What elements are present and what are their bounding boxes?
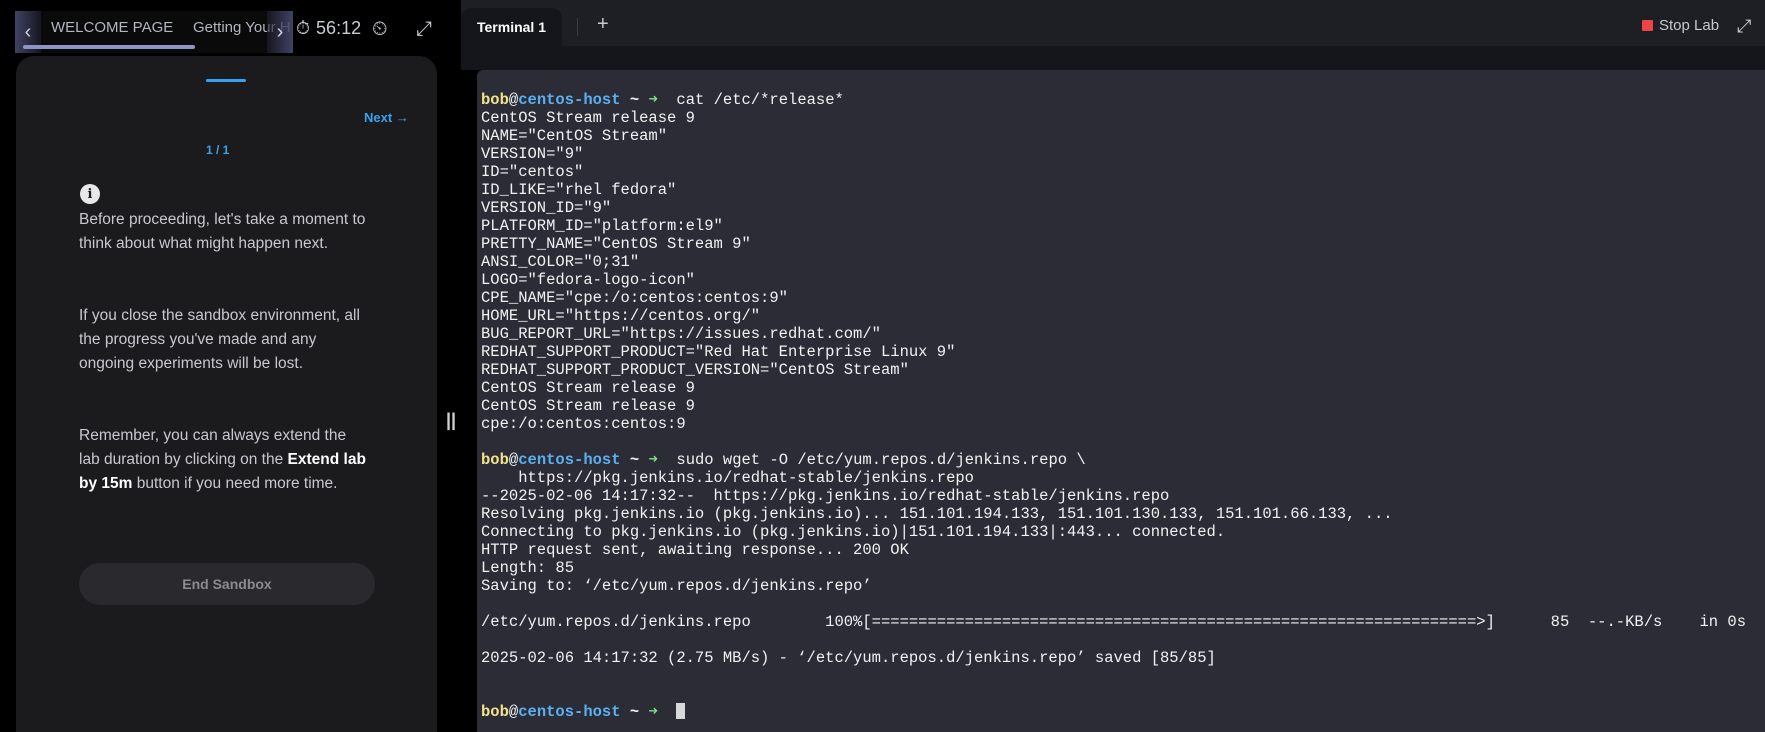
terminal-cursor (676, 703, 686, 719)
panel-resize-handle[interactable]: || (446, 410, 456, 431)
output-line: 2025-02-06 14:17:32 (2.75 MB/s) - ‘/etc/… (481, 649, 1216, 667)
lab-header: WELCOME PAGE Getting Your H ‹ › ⏱ 56:12 … (0, 0, 460, 56)
prompt-line-2: bob@centos-host ~ ➜ sudo wget -O /etc/yu… (481, 451, 1086, 469)
output-line: REDHAT_SUPPORT_PRODUCT_VERSION="CentOS S… (481, 361, 909, 379)
terminal-header-strip (461, 46, 1765, 70)
end-sandbox-button[interactable]: End Sandbox (79, 563, 375, 605)
output-line: PLATFORM_ID="platform:el9" (481, 217, 723, 235)
output-line: Length: 85 (481, 559, 575, 577)
terminal-output: bob@centos-host ~ ➜ cat /etc/*release* Ce… (481, 91, 1746, 721)
next-label: Next (364, 110, 393, 125)
add-timer-icon[interactable]: ⏲ (372, 18, 388, 41)
stopwatch-icon: ⏱ (296, 18, 311, 38)
instructions-panel: Next → 1 / 1 i Before proceeding, let's … (16, 56, 437, 732)
paragraph-warning: If you close the sandbox environment, al… (79, 307, 360, 372)
output-line: Connecting to pkg.jenkins.io (pkg.jenkin… (481, 523, 1226, 541)
output-line: VERSION_ID="9" (481, 199, 612, 217)
output-line: HTTP request sent, awaiting response... … (481, 541, 909, 559)
output-line: --2025-02-06 14:17:32-- https://pkg.jenk… (481, 487, 1170, 505)
page-count: 1 / 1 (206, 143, 230, 157)
output-line: CentOS Stream release 9 (481, 397, 695, 415)
arrow-right-icon: → (395, 110, 409, 125)
stop-lab-button[interactable]: Stop Lab (1642, 17, 1719, 34)
output-line: Saving to: ‘/etc/yum.repos.d/jenkins.rep… (481, 577, 872, 595)
command-1: cat /etc/*release* (657, 91, 844, 109)
output-line: HOME_URL="https://centos.org/" (481, 307, 761, 325)
command-1-output: CentOS Stream release 9 NAME="CentOS Stre… (481, 109, 1746, 433)
stop-icon (1642, 20, 1653, 31)
tabs-progress-bar (23, 45, 195, 49)
output-line: https://pkg.jenkins.io/redhat-stable/jen… (481, 469, 974, 487)
output-line: /etc/yum.repos.d/jenkins.repo 100%[=====… (481, 613, 1747, 631)
tab-divider (577, 18, 578, 36)
output-line: Resolving pkg.jenkins.io (pkg.jenkins.io… (481, 505, 1393, 523)
command-2-output: https://pkg.jenkins.io/redhat-stable/jen… (481, 469, 1746, 703)
step-tabs: WELCOME PAGE Getting Your H ‹ › (15, 11, 293, 53)
output-line: REDHAT_SUPPORT_PRODUCT="Red Hat Enterpri… (481, 343, 956, 361)
page-indicator (206, 79, 246, 82)
expand-icon[interactable]: ⤢ (416, 18, 432, 41)
next-button[interactable]: Next → (364, 110, 409, 125)
output-line: BUG_REPORT_URL="https://issues.redhat.co… (481, 325, 881, 343)
output-line: ID="centos" (481, 163, 584, 181)
info-icon: i (80, 184, 100, 204)
output-line: ANSI_COLOR="0;31" (481, 253, 640, 271)
prompt-line-1: bob@centos-host ~ ➜ cat /etc/*release* (481, 91, 844, 109)
output-line: PRETTY_NAME="CentOS Stream 9" (481, 235, 751, 253)
paragraph-extend: Remember, you can always extend the lab … (79, 424, 369, 496)
terminal-window[interactable]: bob@centos-host ~ ➜ cat /etc/*release* Ce… (477, 70, 1765, 732)
output-line: cpe:/o:centos:centos:9 (481, 415, 686, 433)
lab-timer: ⏱ 56:12 (296, 18, 361, 39)
timer-value: 56:12 (316, 18, 362, 38)
terminal-tab-bar: Terminal 1 + Stop Lab ⤢ (461, 0, 1765, 46)
paragraph-proceeding: Before proceeding, let's take a moment t… (79, 211, 366, 252)
paragraph-extend-post: button if you need more time. (132, 475, 338, 492)
terminal-expand-icon[interactable]: ⤢ (1737, 16, 1751, 37)
output-line: CPE_NAME="cpe:/o:centos:centos:9" (481, 289, 788, 307)
chevron-right-icon[interactable]: › (267, 11, 293, 53)
output-line: NAME="CentOS Stream" (481, 127, 668, 145)
stop-lab-label: Stop Lab (1659, 17, 1720, 34)
output-line: VERSION="9" (481, 145, 584, 163)
tab-welcome-page[interactable]: WELCOME PAGE (51, 19, 173, 36)
command-2: sudo wget -O /etc/yum.repos.d/jenkins.re… (657, 451, 1086, 469)
tab-terminal-1[interactable]: Terminal 1 (461, 8, 562, 46)
output-line: LOGO="fedora-logo-icon" (481, 271, 695, 289)
output-line: CentOS Stream release 9 (481, 109, 695, 127)
prompt-line-3: bob@centos-host ~ ➜ (481, 703, 1746, 721)
add-tab-icon[interactable]: + (597, 13, 609, 36)
output-line: ID_LIKE="rhel fedora" (481, 181, 677, 199)
output-line: CentOS Stream release 9 (481, 379, 695, 397)
